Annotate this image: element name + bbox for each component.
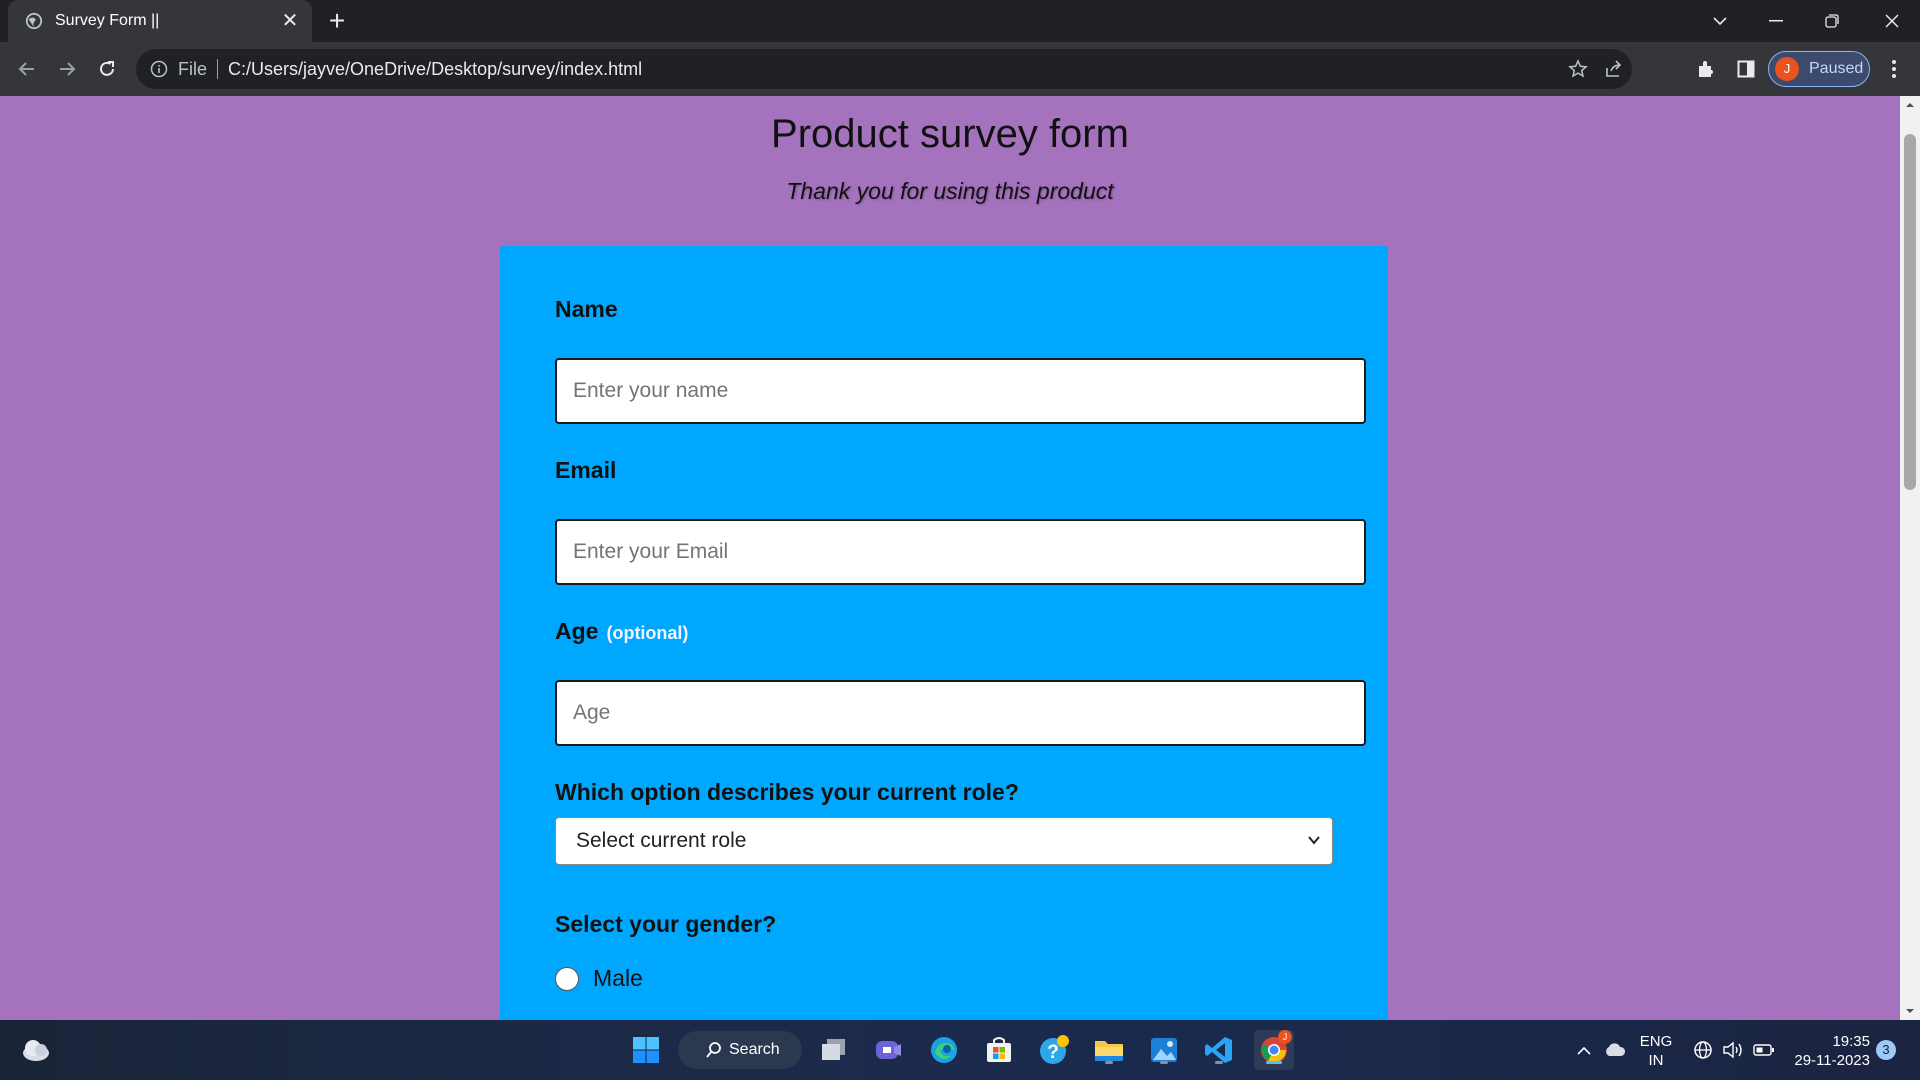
gender-option-male[interactable]: Male [555,965,643,992]
address-bar[interactable]: File C:/Users/jayve/OneDrive/Desktop/sur… [136,49,1632,89]
clock-date: 29-11-2023 [1794,1052,1870,1069]
age-label-row: Age (optional) [555,618,688,645]
taskbar-search[interactable]: Search [678,1031,802,1069]
language-code: ENG [1639,1033,1673,1050]
age-label: Age [555,618,599,644]
info-icon[interactable] [150,60,168,78]
age-input[interactable] [555,680,1366,746]
chrome-icon[interactable]: J [1254,1030,1294,1070]
email-label: Email [555,457,617,483]
role-selected-value: Select current role [576,829,747,852]
profile-button[interactable]: J Paused [1768,51,1870,87]
help-icon[interactable]: ? [1034,1030,1074,1070]
new-tab-button[interactable]: + [322,6,352,36]
radio-button[interactable] [555,966,579,991]
back-button[interactable] [11,53,43,85]
profile-status: Paused [1809,60,1864,77]
file-explorer-icon[interactable] [1089,1030,1129,1070]
vscode-icon[interactable] [1199,1030,1239,1070]
search-icon [706,1042,721,1058]
scroll-up-arrow-icon[interactable] [1900,96,1920,114]
show-hidden-icons-chevron-icon[interactable] [1572,1020,1596,1080]
running-indicator [1215,1061,1223,1064]
chevron-down-icon [1308,836,1320,845]
bookmark-star-icon[interactable] [1562,49,1594,89]
scroll-down-arrow-icon[interactable] [1900,1002,1920,1020]
photos-icon[interactable] [1144,1030,1184,1070]
gender-label: Select your gender? [555,911,777,937]
name-input[interactable] [555,358,1366,424]
taskbar-clock[interactable]: 19:35 29-11-2023 [1790,1032,1870,1070]
tab-title: Survey Form || [55,12,160,29]
survey-form: Name Email Age (optional) Which option de… [500,246,1388,1020]
role-select[interactable]: Select current role [555,817,1333,865]
email-input[interactable] [555,519,1366,585]
page-title: Product survey form [771,112,1129,156]
task-view-icon[interactable] [814,1030,854,1070]
browser-tab[interactable]: Survey Form || ✕ [8,0,312,42]
svg-text:?: ? [1047,1042,1059,1063]
reload-button[interactable] [91,53,123,85]
page-subtitle: Thank you for using this product [786,178,1114,204]
page-viewport: Product survey form Thank you for using … [0,96,1900,1020]
extensions-icon[interactable] [1690,53,1722,85]
battery-icon[interactable] [1750,1020,1778,1080]
clock-time: 19:35 [1832,1033,1870,1050]
minimize-button[interactable] [1748,0,1804,42]
chrome-profile-badge: J [1278,1030,1292,1044]
address-url[interactable]: C:/Users/jayve/OneDrive/Desktop/survey/i… [228,59,642,80]
role-label: Which option describes your current role… [555,779,1019,805]
scrollbar-thumb[interactable] [1904,134,1916,490]
network-icon[interactable] [1690,1020,1716,1080]
arrow-left-icon [18,62,34,76]
name-label: Name [555,296,618,322]
language-indicator[interactable]: ENG IN [1636,1032,1676,1070]
close-window-button[interactable] [1864,0,1920,42]
notification-badge[interactable]: 3 [1876,1040,1896,1060]
running-indicator [1160,1061,1168,1064]
edge-browser-icon[interactable] [924,1030,964,1070]
teams-chat-icon[interactable] [869,1030,909,1070]
address-scheme: File [178,59,219,79]
reload-icon [100,61,114,76]
side-panel-icon[interactable] [1730,53,1762,85]
microsoft-store-icon[interactable] [979,1030,1019,1070]
volume-icon[interactable] [1720,1020,1746,1080]
age-optional-note: (optional) [606,623,689,643]
region-code: IN [1648,1052,1664,1069]
globe-icon [25,12,43,30]
restore-button[interactable] [1804,0,1860,42]
browser-menu-icon[interactable] [1880,53,1908,85]
taskbar: Search ? J ENG IN 19:35 29-11-2023 3 [0,1020,1920,1080]
forward-button[interactable] [51,53,83,85]
weather-icon[interactable] [16,1030,56,1070]
running-indicator [1266,1061,1282,1064]
start-windows-icon[interactable] [626,1030,666,1070]
arrow-right-icon [60,62,76,76]
gender-option-label: Male [593,965,643,991]
search-label: Search [729,1041,780,1058]
avatar: J [1775,57,1799,81]
browser-toolbar: File C:/Users/jayve/OneDrive/Desktop/sur… [0,42,1920,96]
tab-search-icon[interactable] [1692,0,1748,42]
page-scrollbar[interactable] [1900,96,1920,1020]
share-icon[interactable] [1598,49,1630,89]
browser-tab-bar: Survey Form || ✕ + [0,0,1920,42]
close-tab-icon[interactable]: ✕ [280,11,300,31]
running-indicator [1105,1061,1113,1064]
onedrive-cloud-icon[interactable] [1600,1020,1630,1080]
